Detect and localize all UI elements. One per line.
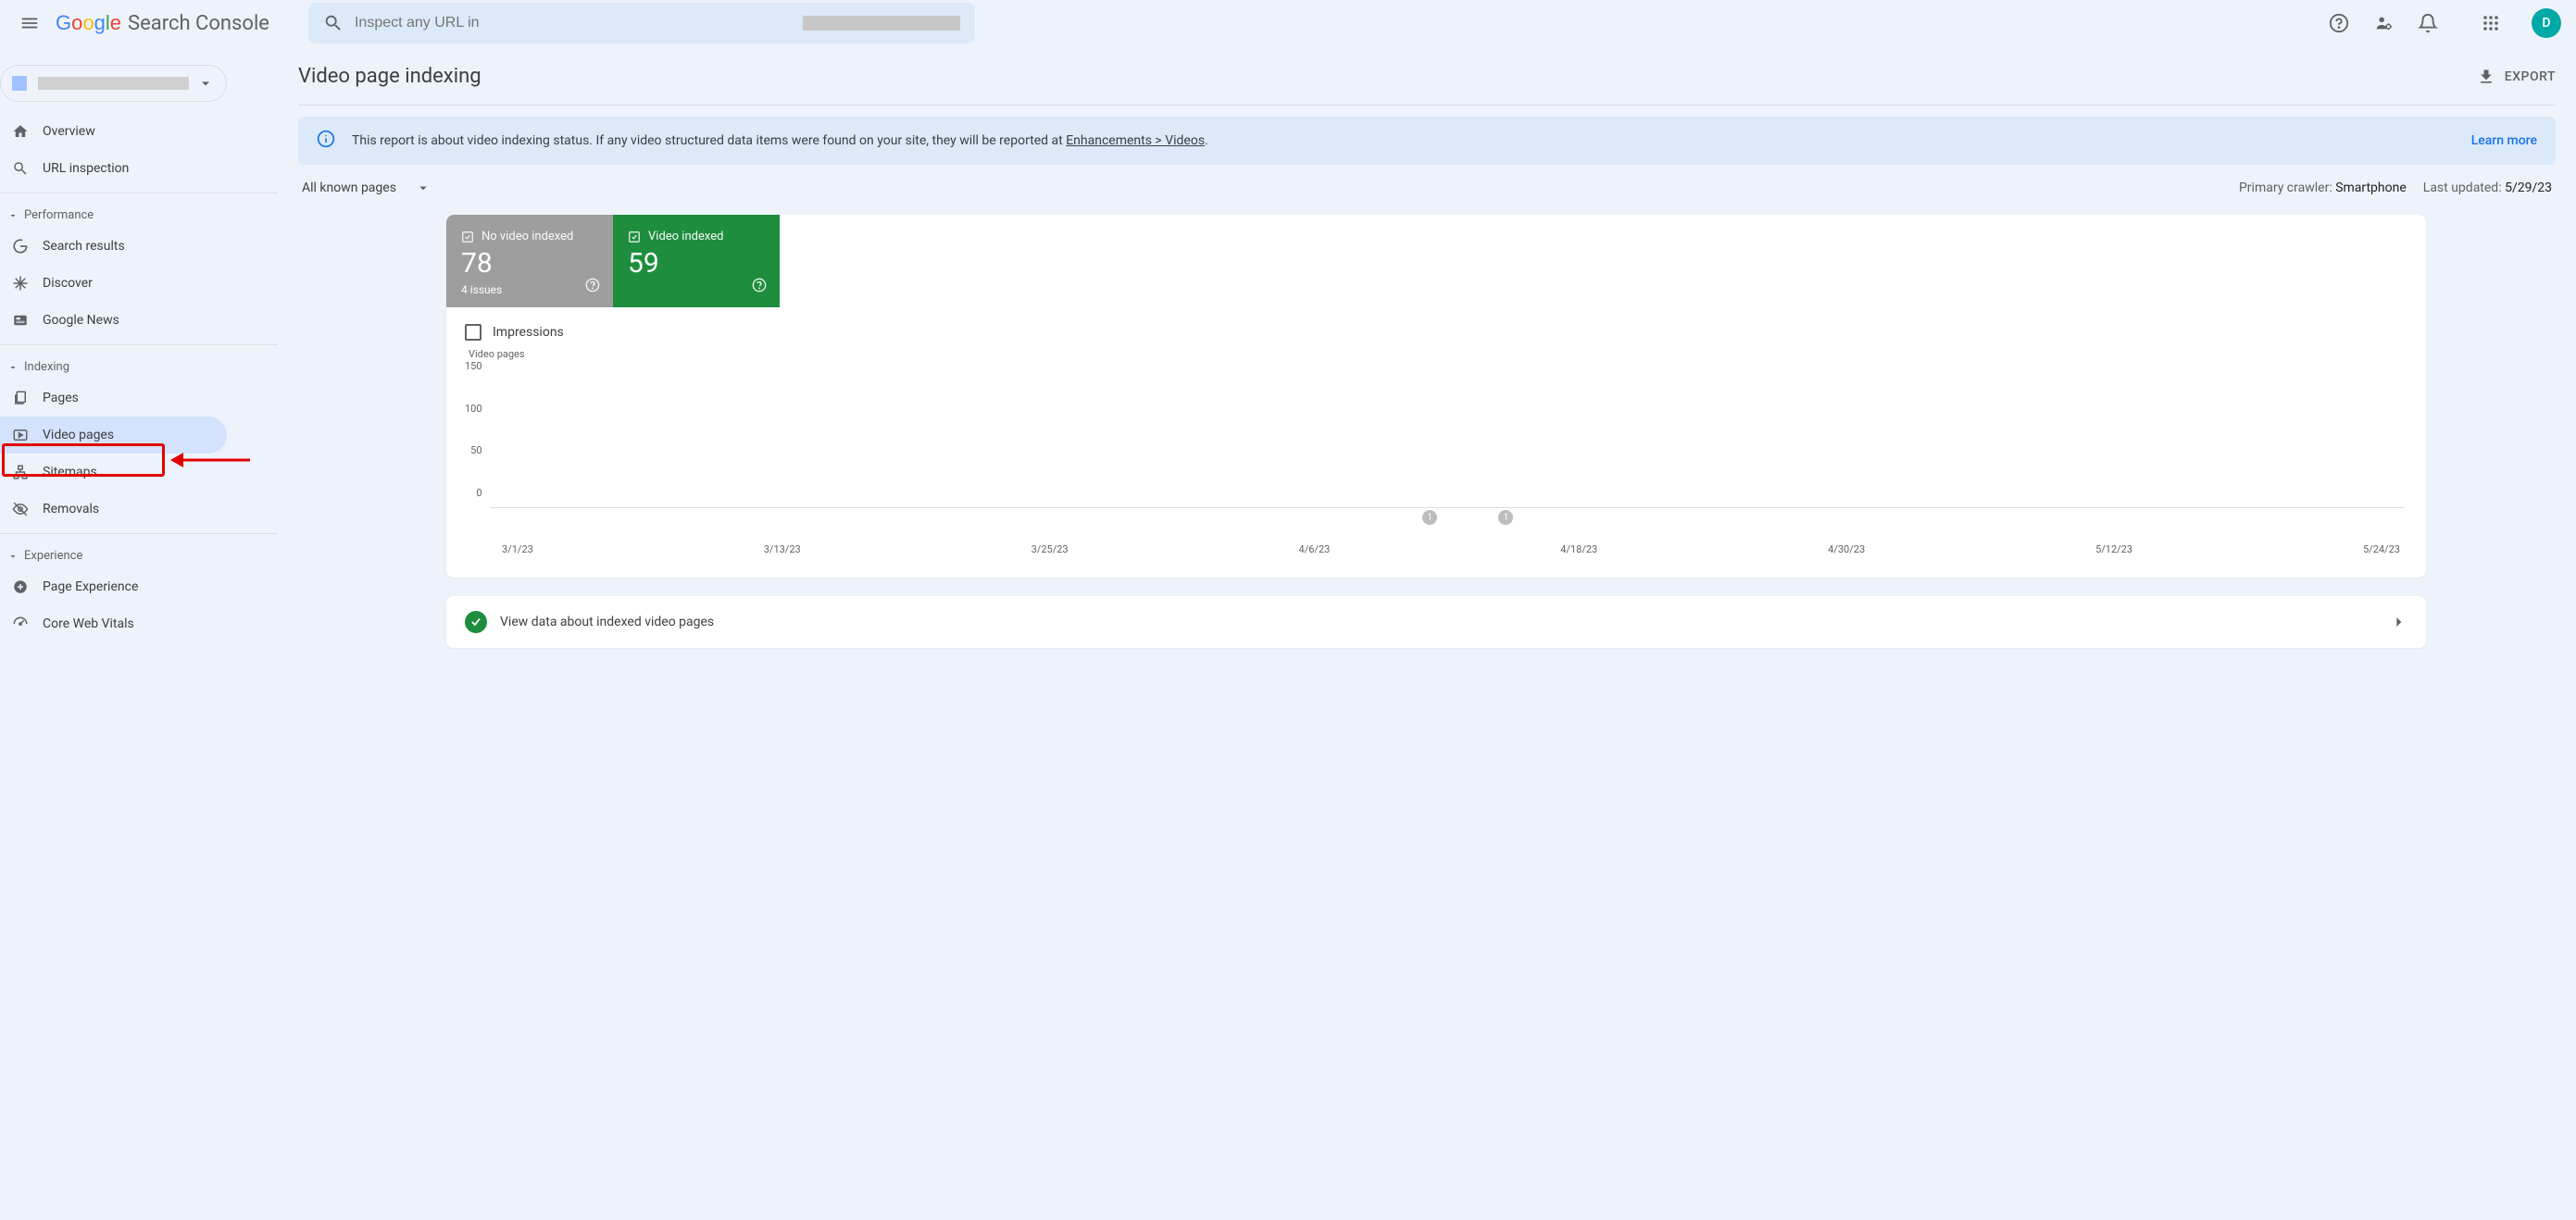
asterisk-icon	[11, 275, 30, 292]
impressions-checkbox[interactable]	[465, 324, 481, 341]
stacked-bar-chart: 150100500	[465, 360, 2404, 508]
url-search-bar[interactable]	[308, 3, 975, 44]
google-g-icon	[11, 238, 30, 255]
hamburger-menu[interactable]	[7, 1, 52, 45]
sitemap-icon	[11, 464, 30, 480]
sidebar-item-video-pages[interactable]: Video pages	[0, 417, 227, 454]
sidebar-item-search-results[interactable]: Search results	[0, 228, 227, 265]
search-icon	[323, 13, 344, 33]
chevron-down-icon	[415, 180, 431, 196]
stat-value: 78	[461, 247, 598, 280]
learn-more-link[interactable]: Learn more	[2471, 133, 2537, 148]
account-avatar[interactable]: D	[2532, 8, 2561, 38]
export-button[interactable]: EXPORT	[2477, 68, 2556, 86]
sidebar-item-label: Overview	[43, 124, 95, 139]
chevron-down-icon	[196, 74, 215, 93]
sidebar-item-page-experience[interactable]: Page Experience	[0, 568, 227, 605]
sidebar-item-label: Video pages	[43, 428, 114, 442]
stat-sub: 4 issues	[461, 283, 598, 296]
notifications-button[interactable]	[2409, 5, 2446, 42]
stat-value: 59	[628, 247, 765, 280]
sidebar-item-discover[interactable]: Discover	[0, 265, 227, 302]
eye-off-icon	[11, 501, 30, 517]
x-tick: 3/25/23	[1032, 543, 1069, 555]
info-text: This report is about video indexing stat…	[352, 133, 2453, 148]
sidebar-item-google-news[interactable]: Google News	[0, 302, 227, 339]
sidebar-item-label: Pages	[43, 391, 79, 405]
sidebar-item-label: Discover	[43, 276, 93, 291]
home-icon	[11, 123, 30, 140]
redacted-domain	[803, 16, 960, 31]
last-updated: Last updated: 5/29/23	[2423, 181, 2552, 195]
sidebar-item-overview[interactable]: Overview	[0, 113, 227, 150]
sidebar-item-label: Page Experience	[43, 579, 138, 594]
apps-grid-button[interactable]	[2472, 5, 2509, 42]
svg-text:Google: Google	[56, 12, 121, 34]
sidebar-item-sitemaps[interactable]: Sitemaps	[0, 454, 227, 491]
x-tick: 5/12/23	[2095, 543, 2132, 555]
x-tick: 3/1/23	[502, 543, 533, 555]
check-circle-icon	[465, 611, 487, 633]
chevron-right-icon	[2389, 613, 2407, 631]
sidebar-item-label: Google News	[43, 313, 119, 328]
stat-tab-video-indexed[interactable]: Video indexed 59	[613, 215, 780, 307]
speed-icon	[11, 616, 30, 632]
sidebar: Overview URL inspection Performance Sear…	[0, 46, 278, 1220]
sidebar-item-core-web-vitals[interactable]: Core Web Vitals	[0, 605, 227, 642]
enhancements-videos-link[interactable]: Enhancements > Videos	[1066, 133, 1205, 148]
sidebar-section-performance[interactable]: Performance	[0, 199, 278, 228]
x-tick: 3/13/23	[764, 543, 801, 555]
filter-all-known-pages[interactable]: All known pages	[302, 180, 431, 196]
footer-link-label: View data about indexed video pages	[500, 615, 714, 629]
pages-icon	[11, 390, 30, 406]
news-icon	[11, 312, 30, 329]
video-icon	[11, 427, 30, 443]
chevron-down-icon	[7, 362, 19, 373]
sidebar-item-label: Sitemaps	[43, 465, 97, 479]
x-tick: 4/6/23	[1299, 543, 1331, 555]
logo[interactable]: Google Search Console	[56, 12, 269, 35]
x-tick: 4/30/23	[1828, 543, 1865, 555]
info-banner: This report is about video indexing stat…	[298, 117, 2556, 165]
chevron-down-icon	[7, 551, 19, 562]
checkbox-checked-icon	[628, 230, 641, 243]
help-button[interactable]	[2320, 5, 2357, 42]
help-icon[interactable]	[752, 278, 767, 296]
help-icon[interactable]	[585, 278, 600, 296]
stat-tab-no-video-indexed[interactable]: No video indexed 78 4 issues	[446, 215, 613, 307]
property-favicon	[12, 76, 27, 91]
sidebar-item-label: Core Web Vitals	[43, 616, 134, 631]
plus-circle-icon	[11, 579, 30, 595]
x-tick: 5/24/23	[2363, 543, 2400, 555]
report-card: No video indexed 78 4 issues Video index…	[446, 215, 2426, 578]
property-name-redacted	[38, 77, 189, 90]
chart-note-marker[interactable]: 1	[1498, 510, 1513, 525]
sidebar-section-indexing[interactable]: Indexing	[0, 351, 278, 380]
checkbox-checked-icon	[461, 230, 474, 243]
sidebar-item-label: Search results	[43, 239, 125, 254]
primary-crawler: Primary crawler: Smartphone	[2239, 181, 2407, 195]
google-logo-icon: Google	[56, 12, 124, 34]
property-selector[interactable]	[0, 65, 227, 102]
chart-note-marker[interactable]: 1	[1422, 510, 1437, 525]
people-settings-button[interactable]	[2365, 5, 2402, 42]
chevron-down-icon	[7, 210, 19, 221]
impressions-label: Impressions	[493, 325, 564, 340]
sidebar-section-experience[interactable]: Experience	[0, 540, 278, 568]
view-indexed-video-pages-row[interactable]: View data about indexed video pages	[446, 596, 2426, 648]
sidebar-item-pages[interactable]: Pages	[0, 380, 227, 417]
download-icon	[2477, 68, 2495, 86]
x-tick: 4/18/23	[1560, 543, 1597, 555]
sidebar-item-removals[interactable]: Removals	[0, 491, 227, 528]
search-icon	[11, 160, 30, 177]
sidebar-item-label: URL inspection	[43, 161, 129, 176]
info-icon	[317, 130, 335, 152]
sidebar-item-url-inspection[interactable]: URL inspection	[0, 150, 227, 187]
sidebar-item-label: Removals	[43, 502, 99, 517]
product-name: Search Console	[128, 12, 269, 35]
chart-title: Video pages	[469, 348, 2404, 360]
page-title: Video page indexing	[298, 65, 481, 88]
